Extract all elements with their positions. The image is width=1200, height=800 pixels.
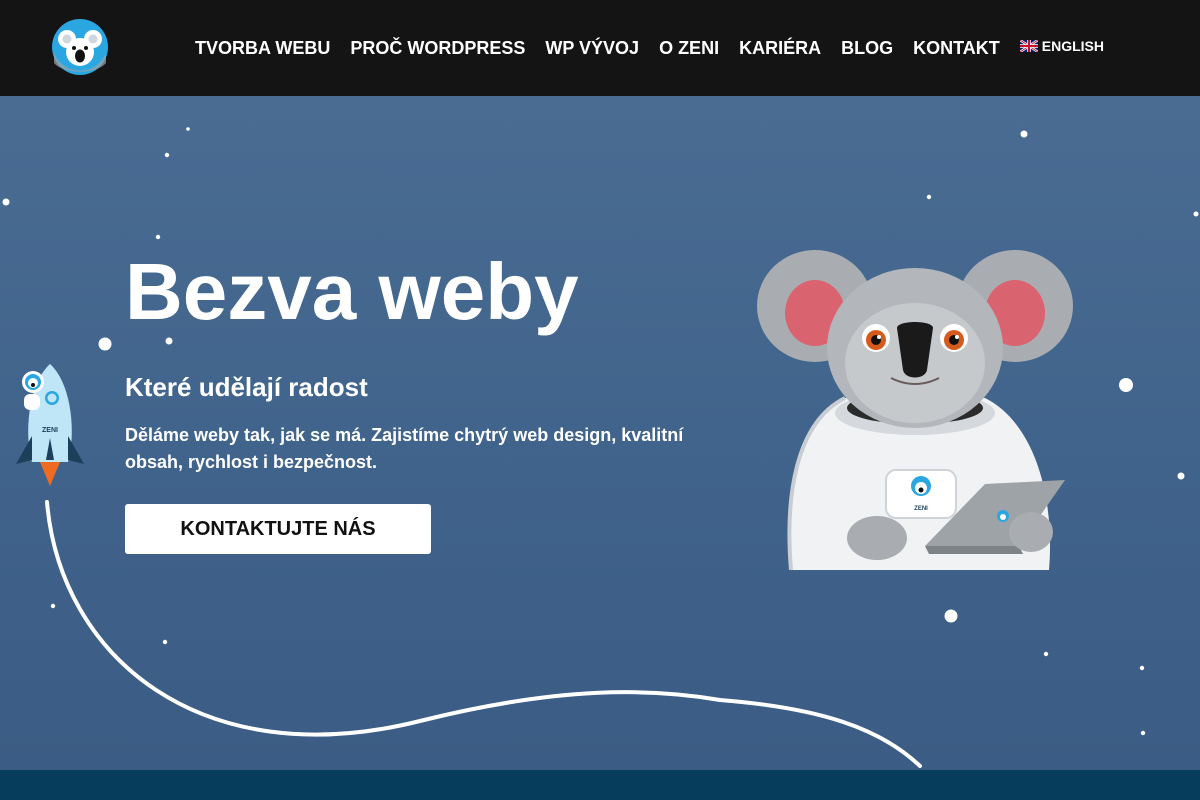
star [944,609,958,623]
star [1119,378,1133,392]
koala-astronaut-illustration: ZENI [755,248,1075,571]
language-switcher[interactable]: ENGLISH [1010,38,1104,54]
star [1193,211,1199,217]
hero-section: Bezva weby Které udělají radost Děláme w… [0,96,1200,770]
nav-item-proc-wordpress[interactable]: PROČ WORDPRESS [340,38,535,59]
star [1139,665,1145,671]
main-navigation: TVORBA WEBU PROČ WORDPRESS WP VÝVOJ O ZE… [185,0,1104,96]
nav-item-o-zeni[interactable]: O ZENI [649,38,729,59]
star [926,194,932,200]
rocket-illustration: ZENI [10,364,90,488]
star [155,234,161,240]
star [162,639,168,645]
hero-subtitle: Které udělají radost [125,372,368,402]
koala-logo-icon[interactable] [50,19,110,76]
star [165,337,173,345]
star [98,337,112,351]
nav-item-kontakt[interactable]: KONTAKT [903,38,1010,59]
hero-description: Děláme weby tak, jak se má. Zajistíme ch… [125,425,684,472]
star [50,603,56,609]
rocket-label: ZENI [42,427,58,434]
star [1140,730,1146,736]
uk-flag-icon [1019,40,1038,52]
hero-title: Bezva weby [125,247,579,336]
nav-item-kariera[interactable]: KARIÉRA [729,38,831,59]
language-label: ENGLISH [1041,38,1104,54]
star [186,127,190,131]
contact-us-button[interactable]: KONTAKTUJTE NÁS [125,504,431,554]
star [2,198,10,206]
nav-item-blog[interactable]: BLOG [831,38,903,59]
star [1043,651,1049,657]
next-section-strip [0,770,1200,800]
site-header: TVORBA WEBU PROČ WORDPRESS WP VÝVOJ O ZE… [0,0,1200,96]
nav-item-wp-vyvoj[interactable]: WP VÝVOJ [535,38,649,59]
star [164,152,170,158]
star [1020,130,1028,138]
star [1177,472,1185,480]
nav-item-tvorba-webu[interactable]: TVORBA WEBU [185,38,340,59]
badge-label: ZENI [914,506,928,512]
